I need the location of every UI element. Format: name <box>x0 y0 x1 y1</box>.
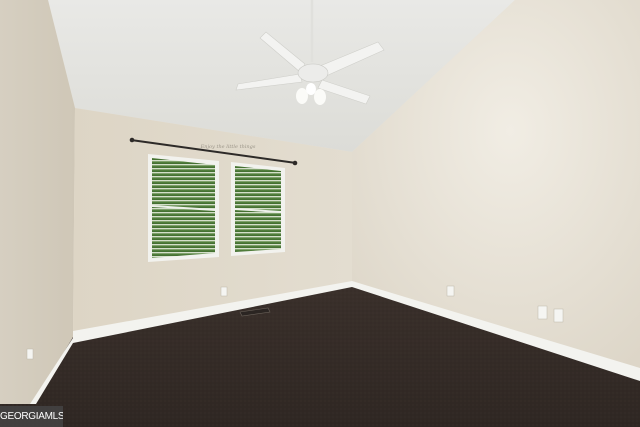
curtain-rod-finial-left <box>129 137 135 143</box>
room-illustration <box>0 0 640 427</box>
switch-plate-2 <box>553 308 564 323</box>
room-photo: Enjoy the little things GEORGIAMLS <box>0 0 640 427</box>
ceiling-fan-motor <box>297 63 329 83</box>
outlet-back-wall <box>220 286 228 297</box>
outlet-left-wall <box>26 348 34 360</box>
curtain-rod-finial-right <box>292 160 298 166</box>
ceiling-fan-light-3 <box>306 83 316 95</box>
ceiling-fan-light-2 <box>314 89 326 105</box>
georgiamls-watermark: GEORGIAMLS <box>0 406 63 427</box>
outlet-right-wall <box>446 285 455 297</box>
switch-plate-1 <box>537 305 548 320</box>
wall-decal: Enjoy the little things <box>200 144 256 150</box>
